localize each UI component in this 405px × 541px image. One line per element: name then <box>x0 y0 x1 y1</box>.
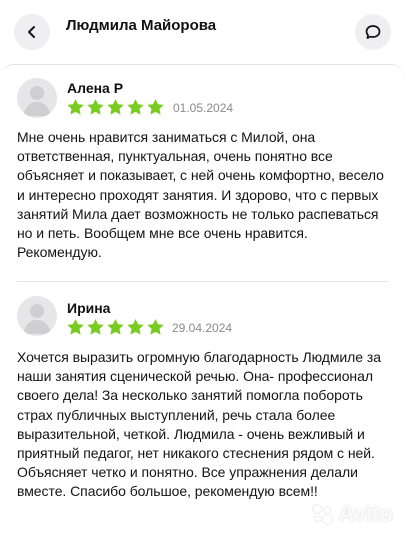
star-icon <box>67 98 84 115</box>
reviewer-name: Алена Р <box>67 80 124 96</box>
review-text: Мне очень нравится заниматься с Милой, о… <box>17 129 384 261</box>
avatar <box>17 78 57 118</box>
chat-button[interactable] <box>355 14 391 50</box>
avito-logo-icon <box>312 504 333 525</box>
page-title: Людмила Майорова <box>66 17 217 34</box>
review-date: 01.05.2024 <box>173 101 234 115</box>
star-icon <box>127 318 144 335</box>
chevron-left-icon <box>28 26 35 38</box>
star-icon <box>127 98 144 115</box>
review-text: Хочется выразить огромную благодарность … <box>17 349 381 500</box>
watermark: Avito <box>309 501 393 527</box>
divider <box>17 281 388 282</box>
back-button[interactable] <box>14 14 50 50</box>
default-avatar-icon <box>23 304 51 334</box>
reviews-list[interactable]: Алена Р 01.05.2024 Мне очень нравится за… <box>0 64 405 541</box>
star-icon <box>87 98 104 115</box>
avatar <box>17 296 57 336</box>
reviewer-name: Ирина <box>67 300 111 316</box>
star-rating <box>66 318 165 336</box>
default-avatar-icon <box>23 86 51 116</box>
star-icon <box>87 318 104 335</box>
star-rating <box>66 98 165 116</box>
star-icon <box>107 318 124 335</box>
watermark-text: Avito <box>338 501 393 526</box>
star-icon <box>147 318 164 335</box>
chat-bubble-icon <box>365 25 381 39</box>
star-icon <box>107 98 124 115</box>
top-bar: Людмила Майорова <box>0 0 405 68</box>
review-date: 29.04.2024 <box>172 321 233 335</box>
star-icon <box>67 318 84 335</box>
star-icon <box>147 98 164 115</box>
